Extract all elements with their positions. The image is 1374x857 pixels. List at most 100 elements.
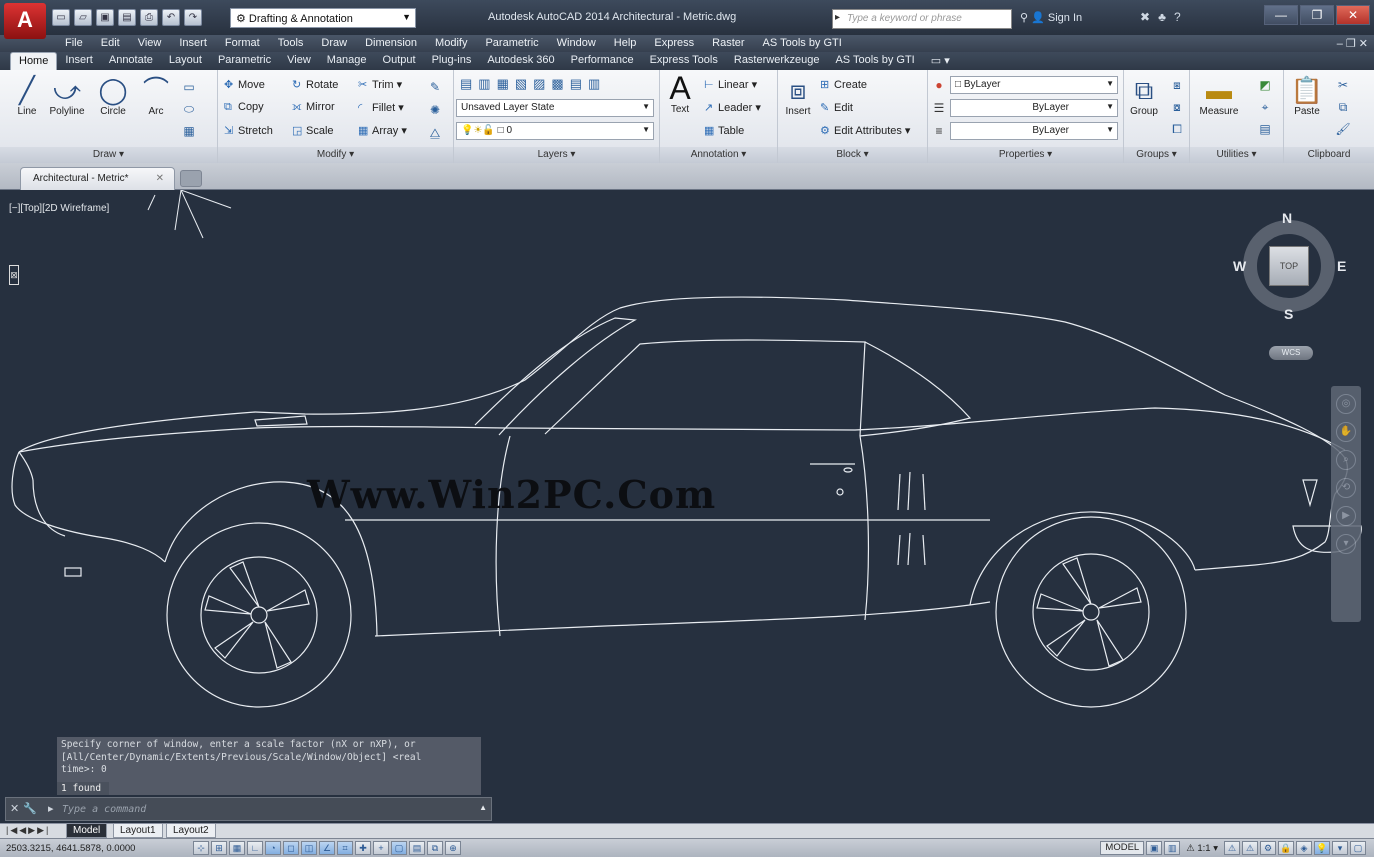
lock-ui-icon[interactable]: 🔒: [1278, 841, 1294, 855]
compass-east[interactable]: E: [1337, 258, 1346, 274]
block-panel-title[interactable]: Block ▾: [778, 147, 927, 163]
menu-tools[interactable]: Tools: [269, 35, 313, 52]
workspace-switching-icon[interactable]: ⚙: [1260, 841, 1276, 855]
lineweight-dropdown[interactable]: ByLayer ▼: [950, 122, 1118, 140]
hardware-acceleration-icon[interactable]: ◈: [1296, 841, 1312, 855]
undo-icon[interactable]: ↶: [162, 9, 180, 26]
quick-view-layouts-icon[interactable]: ▣: [1146, 841, 1163, 855]
navbar-options-icon[interactable]: ▾: [1336, 534, 1356, 554]
layout-nav-arrows[interactable]: |◀◀▶▶|: [6, 825, 50, 836]
tab-model[interactable]: Model: [66, 824, 108, 838]
group-button[interactable]: ⧉ Group: [1126, 74, 1162, 117]
tab-view[interactable]: View: [279, 52, 319, 70]
utilities-panel-title[interactable]: Utilities ▾: [1190, 147, 1283, 163]
workspace-dropdown[interactable]: ⚙ Drafting & Annotation ▼: [230, 8, 416, 28]
linear-dim-button[interactable]: ⊢ Linear ▾: [704, 78, 757, 91]
file-tab-architectural-metric[interactable]: Architectural - Metric* ✕: [20, 167, 175, 190]
text-button[interactable]: A Text: [664, 72, 696, 115]
measure-button[interactable]: ▬ Measure: [1194, 74, 1244, 117]
menu-window[interactable]: Window: [548, 35, 605, 52]
auto-scale-icon[interactable]: ⚠: [1242, 841, 1258, 855]
leader-button[interactable]: ↗ Leader ▾: [704, 101, 761, 114]
layers-panel-title[interactable]: Layers ▾: [454, 147, 659, 163]
redo-icon[interactable]: ↷: [184, 9, 202, 26]
quick-select-icon[interactable]: ◩: [1256, 76, 1274, 94]
menu-express[interactable]: Express: [645, 35, 703, 52]
application-menu-button[interactable]: A: [4, 3, 46, 39]
snap-mode-icon[interactable]: ⊞: [211, 841, 227, 855]
cursor-coordinates[interactable]: 2503.3215, 4641.5878, 0.0000: [6, 843, 135, 854]
new-icon[interactable]: ▭: [52, 9, 70, 26]
search-box[interactable]: ▸ Type a keyword or phrase: [832, 9, 1012, 29]
tab-output[interactable]: Output: [375, 52, 424, 70]
sign-in-button[interactable]: ⚲ 👤 Sign In: [1020, 11, 1082, 24]
save-as-icon[interactable]: ▤: [118, 9, 136, 26]
selection-cycling-icon[interactable]: ⧉: [427, 841, 443, 855]
calculator-icon[interactable]: ▤: [1256, 120, 1274, 138]
compass-north[interactable]: N: [1282, 210, 1292, 226]
drawing-canvas[interactable]: [−][Top][2D Wireframe] ⊠ Www.Win2PC.Com …: [5, 190, 1365, 823]
viewport-controls-label[interactable]: [−][Top][2D Wireframe]: [9, 203, 109, 214]
grid-display-icon[interactable]: ▦: [229, 841, 245, 855]
new-drawing-tab-button[interactable]: [180, 170, 202, 187]
erase-icon[interactable]: ✎: [426, 78, 444, 96]
compass-west[interactable]: W: [1233, 258, 1246, 274]
showmotion-icon[interactable]: ▶: [1336, 506, 1356, 526]
model-space-button[interactable]: MODEL: [1100, 841, 1145, 855]
tab-layout1[interactable]: Layout1: [113, 824, 163, 838]
tab-autodesk-360[interactable]: Autodesk 360: [479, 52, 562, 70]
scale-button[interactable]: ◲ Scale: [292, 124, 334, 137]
isolate-objects-icon[interactable]: 💡: [1314, 841, 1330, 855]
polar-tracking-icon[interactable]: ◔: [265, 841, 281, 855]
close-tab-icon[interactable]: ✕: [156, 173, 164, 184]
id-point-icon[interactable]: ⌖: [1256, 98, 1274, 116]
edit-block-button[interactable]: ✎ Edit: [820, 101, 853, 114]
tab-plug-ins[interactable]: Plug-ins: [424, 52, 480, 70]
orbit-icon[interactable]: ⟲: [1336, 478, 1356, 498]
circle-button[interactable]: ◯ Circle: [96, 74, 130, 117]
group-selection-icon[interactable]: ⧠: [1168, 120, 1186, 138]
tab-layout[interactable]: Layout: [161, 52, 210, 70]
tab-manage[interactable]: Manage: [319, 52, 375, 70]
clean-screen-icon[interactable]: ▢: [1350, 841, 1366, 855]
color-dropdown[interactable]: □ ByLayer ▼: [950, 76, 1118, 94]
layer-dropdown[interactable]: 💡☀🔓 □ 0 ▼: [456, 122, 654, 140]
document-window-controls[interactable]: – ❐ ✕: [1337, 37, 1368, 50]
compass-south[interactable]: S: [1284, 306, 1293, 322]
tab-annotate[interactable]: Annotate: [101, 52, 161, 70]
wcs-menu-button[interactable]: WCS: [1269, 346, 1313, 360]
menu-as-tools[interactable]: AS Tools by GTI: [754, 35, 851, 52]
maximize-button[interactable]: ❐: [1300, 5, 1334, 25]
ortho-mode-icon[interactable]: ∟: [247, 841, 263, 855]
menu-parametric[interactable]: Parametric: [476, 35, 547, 52]
tab-home[interactable]: Home: [10, 52, 58, 70]
zoom-icon[interactable]: ⌕: [1336, 450, 1356, 470]
status-menu-icon[interactable]: ▾: [1332, 841, 1348, 855]
lineweight-toggle-icon[interactable]: +: [373, 841, 389, 855]
annotation-monitor-icon[interactable]: ⊕: [445, 841, 461, 855]
cut-icon[interactable]: ✂: [1334, 76, 1352, 94]
tab-insert[interactable]: Insert: [57, 52, 101, 70]
move-button[interactable]: ✥ Move: [224, 78, 265, 91]
menu-modify[interactable]: Modify: [426, 35, 476, 52]
ungroup-icon[interactable]: ⧆: [1168, 76, 1186, 94]
stretch-button[interactable]: ⇲ Stretch: [224, 124, 273, 137]
edit-attributes-button[interactable]: ⚙ Edit Attributes ▾: [820, 124, 910, 137]
match-properties-icon[interactable]: 🖌: [1334, 120, 1352, 138]
pan-icon[interactable]: ✋: [1336, 422, 1356, 442]
menu-help[interactable]: Help: [605, 35, 646, 52]
minimize-button[interactable]: —: [1264, 5, 1298, 25]
layer-state-dropdown[interactable]: Unsaved Layer State ▼: [456, 99, 654, 117]
menu-view[interactable]: View: [129, 35, 171, 52]
array-button[interactable]: ▦ Array ▾: [358, 124, 407, 137]
command-history-toggle-icon[interactable]: ▲: [479, 803, 487, 812]
arc-button[interactable]: ⌒ Arc: [140, 74, 172, 117]
help-icon[interactable]: ?: [1174, 10, 1181, 24]
3d-object-snap-icon[interactable]: ◫: [301, 841, 317, 855]
quick-properties-icon[interactable]: ▤: [409, 841, 425, 855]
tab-express-tools[interactable]: Express Tools: [642, 52, 726, 70]
polyline-button[interactable]: ⤻ Polyline: [45, 74, 89, 117]
line-button[interactable]: ╱ Line: [12, 74, 42, 117]
create-block-button[interactable]: ⊞ Create: [820, 78, 867, 91]
offset-icon[interactable]: ⧋: [426, 124, 444, 142]
